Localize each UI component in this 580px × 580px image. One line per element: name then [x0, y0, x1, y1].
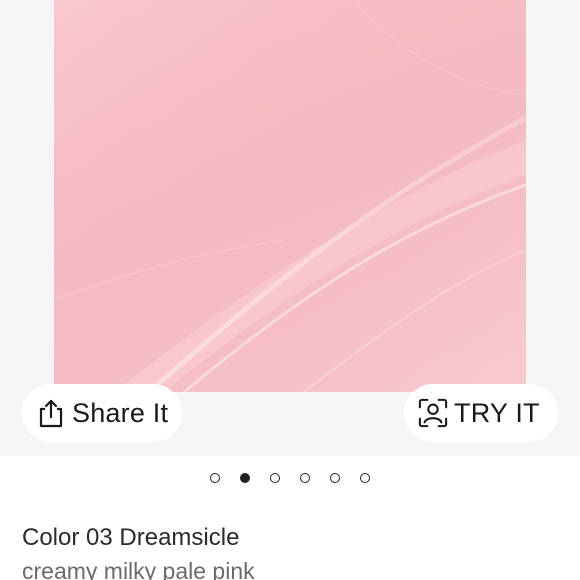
color-swatch-image[interactable]: [54, 0, 526, 392]
share-icon: [36, 398, 66, 428]
color-prefix: Color: [22, 524, 80, 551]
carousel-dot-6[interactable]: [360, 473, 370, 483]
share-button[interactable]: Share It: [22, 384, 182, 442]
color-description: creamy milky pale pink: [22, 558, 255, 580]
carousel-dot-3[interactable]: [270, 473, 280, 483]
try-it-button[interactable]: TRY IT: [404, 384, 558, 442]
carousel-dot-1[interactable]: [210, 473, 220, 483]
color-name: 03 Dreamsicle: [86, 524, 240, 551]
share-button-label: Share It: [72, 397, 169, 428]
product-image-area: Share It TRY IT: [0, 0, 580, 456]
carousel-dot-4[interactable]: [300, 473, 310, 483]
product-page: Share It TRY IT Color 03 Dreamsicle crea…: [0, 0, 580, 580]
carousel-dot-2[interactable]: [240, 473, 250, 483]
color-name-line: Color 03 Dreamsicle: [22, 520, 562, 556]
product-info: Color 03 Dreamsicle creamy milky pale pi…: [22, 520, 562, 580]
carousel-pagination: [0, 468, 580, 488]
carousel-dot-5[interactable]: [330, 473, 340, 483]
try-it-button-label: TRY IT: [454, 397, 540, 428]
satin-texture: [54, 0, 526, 392]
face-scan-icon: [418, 398, 448, 428]
